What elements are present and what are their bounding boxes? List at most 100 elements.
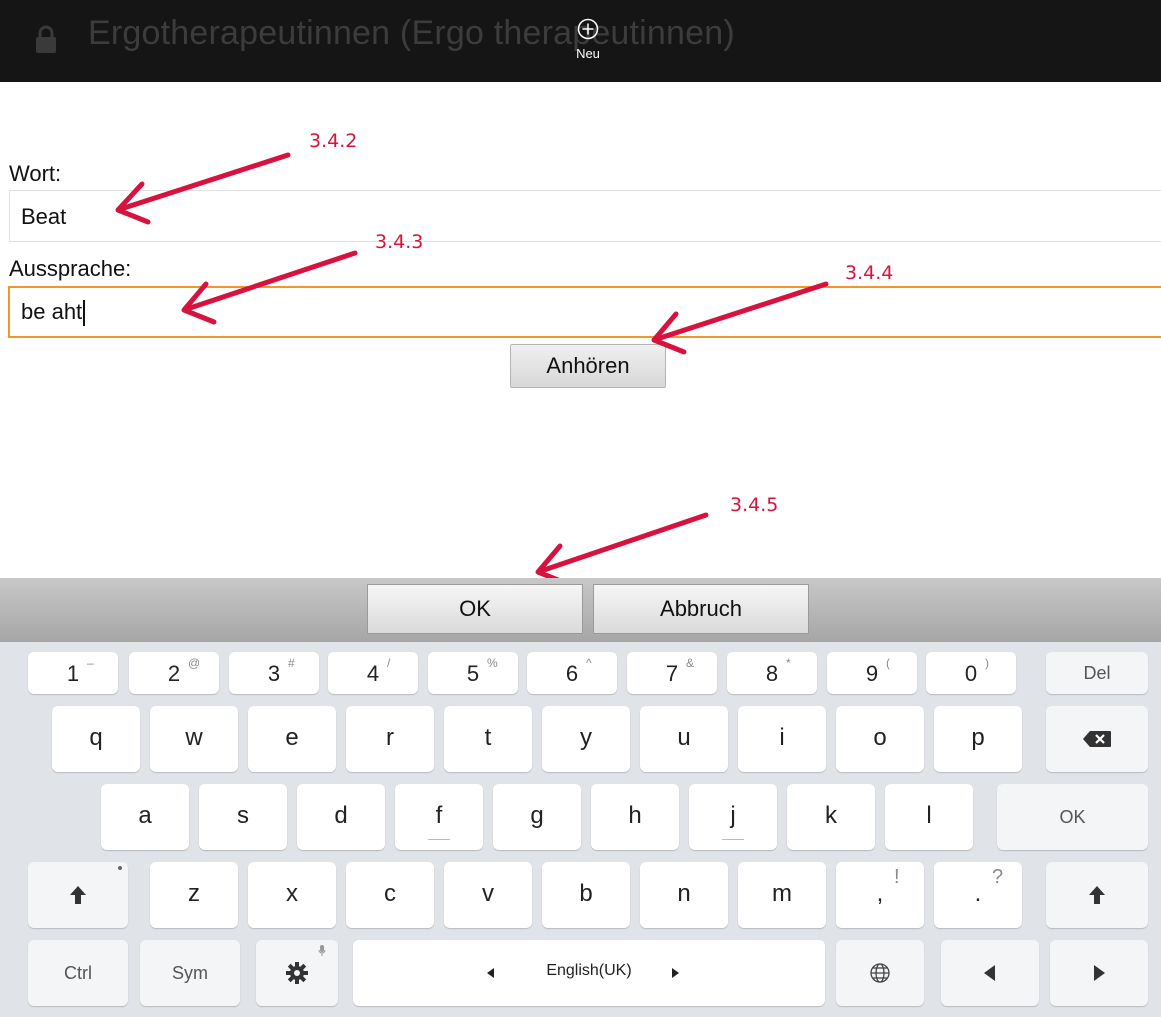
key-s[interactable]: s bbox=[199, 784, 287, 850]
key-o-label: o bbox=[873, 724, 887, 751]
key-y-label: y bbox=[580, 724, 592, 751]
key-d[interactable]: d bbox=[297, 784, 385, 850]
key-k-label: k bbox=[825, 802, 837, 829]
key-f-label: f bbox=[435, 802, 443, 829]
key-cursor-right[interactable] bbox=[1050, 940, 1148, 1006]
key-6-label: 6 bbox=[565, 661, 579, 686]
key-sym[interactable]: Sym bbox=[140, 940, 240, 1006]
key-q[interactable]: q bbox=[52, 706, 140, 772]
key-y[interactable]: y bbox=[542, 706, 630, 772]
key-o[interactable]: o bbox=[836, 706, 924, 772]
key-t-label: t bbox=[484, 724, 492, 751]
key-3-label: 3 bbox=[267, 661, 281, 686]
key-b[interactable]: b bbox=[542, 862, 630, 928]
key-period[interactable]: .? bbox=[934, 862, 1022, 928]
key-k[interactable]: k bbox=[787, 784, 875, 850]
key-5-secondary: % bbox=[487, 656, 498, 670]
annotation-arrow bbox=[535, 512, 709, 587]
key-9[interactable]: 9( bbox=[827, 652, 917, 694]
key-comma-secondary: ! bbox=[894, 866, 900, 888]
key-b-label: b bbox=[579, 880, 593, 907]
key-9-label: 9 bbox=[865, 661, 879, 686]
key-h-label: h bbox=[628, 802, 642, 829]
key-t[interactable]: t bbox=[444, 706, 532, 772]
key-7-label: 7 bbox=[665, 661, 679, 686]
key-l[interactable]: l bbox=[885, 784, 973, 850]
key-5-label: 5 bbox=[466, 661, 480, 686]
key-settings[interactable] bbox=[256, 940, 338, 1006]
key-c-label: c bbox=[384, 880, 396, 907]
shift-icon bbox=[1089, 886, 1105, 904]
key-8[interactable]: 8 * bbox=[727, 652, 817, 694]
key-3[interactable]: 3 # bbox=[229, 652, 319, 694]
home-row-marker bbox=[722, 839, 744, 840]
key-del[interactable]: Del bbox=[1046, 652, 1148, 694]
key-x[interactable]: x bbox=[248, 862, 336, 928]
key-4-secondary: / bbox=[387, 656, 391, 670]
key-backspace[interactable] bbox=[1046, 706, 1148, 772]
key-p[interactable]: p bbox=[934, 706, 1022, 772]
key-j[interactable]: j bbox=[689, 784, 777, 850]
key-6[interactable]: 6 ^ bbox=[527, 652, 617, 694]
key-e[interactable]: e bbox=[248, 706, 336, 772]
key-1-secondary: – bbox=[87, 656, 94, 670]
key-v[interactable]: v bbox=[444, 862, 532, 928]
key-ctrl[interactable]: Ctrl bbox=[28, 940, 128, 1006]
key-u[interactable]: u bbox=[640, 706, 728, 772]
key-r-label: r bbox=[386, 724, 394, 751]
key-7[interactable]: 7 & bbox=[627, 652, 717, 694]
key-comma-label: , bbox=[876, 880, 884, 907]
cancel-button[interactable]: Abbruch bbox=[593, 584, 809, 634]
key-i[interactable]: i bbox=[738, 706, 826, 772]
key-space[interactable]: English(UK) bbox=[353, 940, 825, 1006]
key-z[interactable]: z bbox=[150, 862, 238, 928]
key-ok[interactable]: OK bbox=[997, 784, 1148, 850]
key-d-label: d bbox=[334, 802, 348, 829]
on-screen-keyboard: 1–2 @3 #4/5% 6 ^ 7 & 8 * 9(0) Del q w e r t y u i o p a s d f g h j… bbox=[0, 642, 1161, 1017]
key-r[interactable]: r bbox=[346, 706, 434, 772]
key-9-secondary: ( bbox=[886, 656, 890, 670]
key-5[interactable]: 5% bbox=[428, 652, 518, 694]
key-2[interactable]: 2 @ bbox=[129, 652, 219, 694]
microphone-icon bbox=[318, 945, 326, 956]
key-m-label: m bbox=[772, 880, 792, 907]
key-cursor-left[interactable] bbox=[941, 940, 1039, 1006]
key-g[interactable]: g bbox=[493, 784, 581, 850]
key-language[interactable] bbox=[836, 940, 924, 1006]
key-c[interactable]: c bbox=[346, 862, 434, 928]
key-a[interactable]: a bbox=[101, 784, 189, 850]
key-period-secondary: ? bbox=[992, 866, 1004, 888]
key-0-secondary: ) bbox=[985, 656, 989, 670]
key-0[interactable]: 0) bbox=[926, 652, 1016, 694]
arrow-left-icon bbox=[984, 965, 995, 981]
key-w[interactable]: w bbox=[150, 706, 238, 772]
gear-icon bbox=[286, 962, 308, 984]
key-sym-label: Sym bbox=[172, 963, 208, 983]
key-6-secondary: ^ bbox=[586, 656, 592, 670]
key-7-secondary: & bbox=[686, 656, 695, 670]
key-n[interactable]: n bbox=[640, 862, 728, 928]
key-n-label: n bbox=[677, 880, 691, 907]
key-f[interactable]: f bbox=[395, 784, 483, 850]
key-8-secondary: * bbox=[786, 656, 791, 670]
key-0-label: 0 bbox=[964, 661, 978, 686]
ok-button[interactable]: OK bbox=[367, 584, 583, 634]
key-h[interactable]: h bbox=[591, 784, 679, 850]
key-q-label: q bbox=[89, 724, 103, 751]
key-shift-left[interactable] bbox=[28, 862, 128, 928]
key-g-label: g bbox=[530, 802, 544, 829]
caps-indicator-dot bbox=[118, 866, 122, 870]
key-shift-right[interactable] bbox=[1046, 862, 1148, 928]
key-m[interactable]: m bbox=[738, 862, 826, 928]
key-l-label: l bbox=[926, 802, 932, 829]
key-2-label: 2 bbox=[167, 661, 181, 686]
key-p-label: p bbox=[971, 724, 985, 751]
shift-icon bbox=[70, 886, 86, 904]
key-4-label: 4 bbox=[366, 661, 380, 686]
key-a-label: a bbox=[138, 802, 152, 829]
key-1[interactable]: 1– bbox=[28, 652, 118, 694]
key-comma[interactable]: ,! bbox=[836, 862, 924, 928]
key-j-label: j bbox=[730, 802, 736, 829]
key-4[interactable]: 4/ bbox=[328, 652, 418, 694]
key-del-label: Del bbox=[1083, 663, 1111, 683]
